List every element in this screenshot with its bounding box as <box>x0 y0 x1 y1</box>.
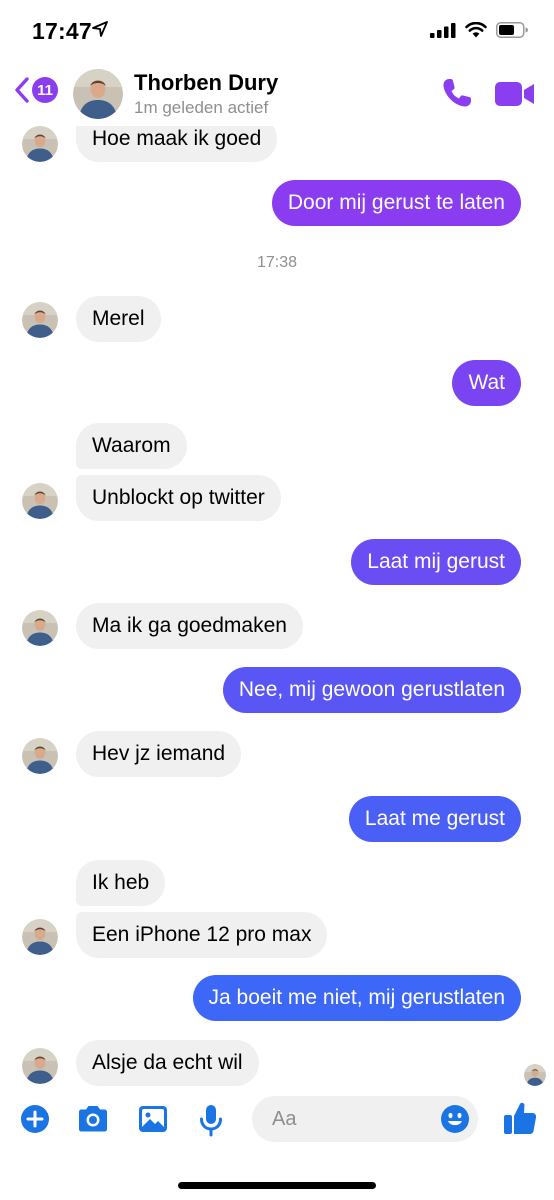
status-indicators <box>430 22 528 38</box>
cellular-signal-icon <box>430 23 456 38</box>
status-time: 17:47 <box>32 18 92 44</box>
incoming-message[interactable]: Merel <box>76 296 161 342</box>
chevron-left-icon <box>15 77 29 103</box>
conversation-header: 11 Thorben Dury 1m geleden actief <box>0 62 554 126</box>
incoming-message[interactable]: Unblockt op twitter <box>76 475 281 521</box>
message-input-placeholder: Aa <box>272 1108 297 1130</box>
contact-name[interactable]: Thorben Dury <box>134 70 278 96</box>
home-indicator <box>178 1182 376 1189</box>
sender-avatar[interactable] <box>22 919 58 955</box>
incoming-message[interactable]: Waarom <box>76 423 187 469</box>
sender-avatar[interactable] <box>22 610 58 646</box>
outgoing-message[interactable]: Laat mij gerust <box>351 539 521 585</box>
microphone-icon[interactable] <box>198 1104 224 1138</box>
thumbs-up-icon[interactable] <box>503 1100 537 1136</box>
status-bar: 17:47 <box>0 0 554 62</box>
sender-avatar[interactable] <box>22 1048 58 1084</box>
message-timestamp: 17:38 <box>256 254 298 271</box>
emoji-icon[interactable] <box>440 1104 470 1134</box>
outgoing-message[interactable]: Laat me gerust <box>348 796 521 842</box>
message-input[interactable]: Aa <box>252 1096 478 1142</box>
sender-avatar[interactable] <box>22 126 58 162</box>
plus-icon[interactable] <box>20 1104 50 1134</box>
incoming-message[interactable]: Hoe maak ik goed <box>76 126 278 162</box>
phone-icon[interactable] <box>440 76 474 110</box>
incoming-message[interactable]: Ma ik ga goedmaken <box>76 603 303 649</box>
wifi-icon <box>465 22 487 38</box>
outgoing-message[interactable]: Door mij gerust te laten <box>271 180 521 226</box>
back-button[interactable]: 11 <box>14 76 58 104</box>
sender-avatar[interactable] <box>22 302 58 338</box>
incoming-message[interactable]: Een iPhone 12 pro max <box>76 912 328 958</box>
unread-count-badge: 11 <box>32 77 58 103</box>
incoming-message[interactable]: Ik heb <box>76 860 166 906</box>
incoming-message[interactable]: Hev jz iemand <box>76 731 242 777</box>
battery-icon <box>496 22 528 38</box>
incoming-message[interactable]: Alsje da echt wil <box>76 1040 259 1086</box>
outgoing-message[interactable]: Nee, mij gewoon gerustlaten <box>222 667 521 713</box>
outgoing-message[interactable]: Ja boeit me niet, mij gerustlaten <box>192 975 521 1021</box>
message-thread[interactable]: 17:38 Hoe maak ik goed Door mij gerust t… <box>0 126 554 1086</box>
messenger-screen: 17:47 11 Thorben Dury 1m geleden actief … <box>0 0 554 1200</box>
message-composer: Aa <box>0 1090 554 1150</box>
sender-avatar[interactable] <box>22 738 58 774</box>
sender-avatar[interactable] <box>22 483 58 519</box>
seen-indicator-avatar <box>524 1064 546 1086</box>
camera-icon[interactable] <box>76 1104 110 1134</box>
image-icon[interactable] <box>137 1104 169 1134</box>
location-arrow-icon <box>92 21 108 37</box>
contact-active-status: 1m geleden actief <box>134 98 269 117</box>
outgoing-message[interactable]: Wat <box>452 360 521 406</box>
video-camera-icon[interactable] <box>494 79 536 109</box>
contact-avatar[interactable] <box>73 69 123 119</box>
